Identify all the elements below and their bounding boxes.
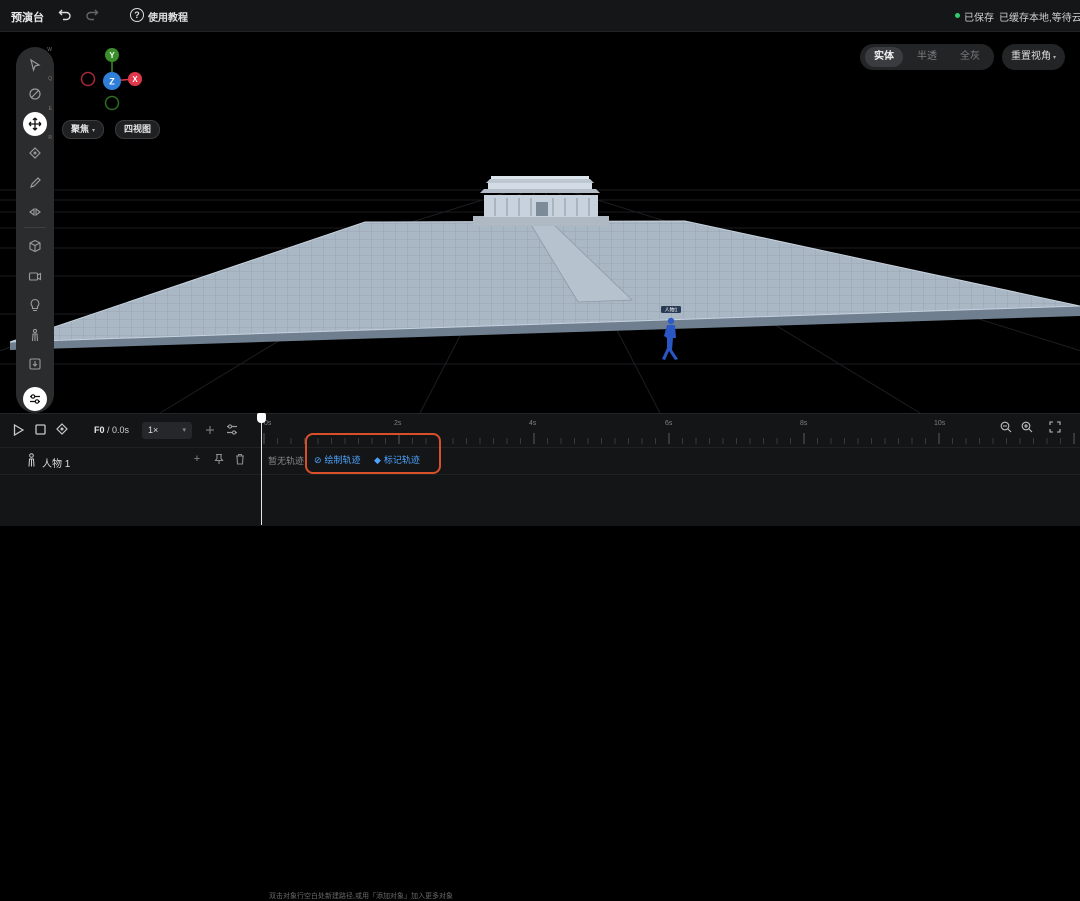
fullscreen-icon[interactable] (1049, 421, 1061, 433)
cube-tool-icon[interactable] (23, 234, 47, 258)
help-icon[interactable]: ? (130, 8, 144, 22)
pen-tool-icon[interactable] (23, 171, 47, 195)
mode-translucent[interactable]: 半透 (908, 47, 946, 67)
undo-icon[interactable] (58, 7, 72, 21)
tick-label: 6s (665, 420, 673, 427)
palace-building (473, 176, 609, 226)
pin-icon[interactable] (213, 453, 225, 465)
tick-label: 2s (394, 420, 402, 427)
ground-platform (9, 220, 1080, 350)
select-tool-icon[interactable]: W (23, 47, 52, 77)
cache-status: 已缓存本地,等待云端 (999, 13, 1080, 24)
keyframe-icon[interactable] (56, 423, 68, 435)
playhead-line (261, 418, 262, 525)
add-icon[interactable] (205, 425, 215, 435)
no-track-label: 暂无轨迹 (268, 456, 305, 466)
mark-track-icon: ◆ (374, 455, 381, 465)
viewport-3d[interactable]: 人物1 (0, 32, 1080, 413)
zoom-in-icon[interactable] (1021, 421, 1033, 433)
delete-icon[interactable] (234, 453, 246, 465)
character-tool-icon[interactable] (23, 323, 47, 347)
track-row-character-1[interactable]: 人物 1 + (0, 447, 1080, 475)
render-mode-switch: 实体 半透 全灰 (860, 44, 994, 70)
settings-tool-icon[interactable] (23, 387, 47, 411)
import-tool-icon[interactable] (23, 352, 47, 376)
playhead-handle[interactable] (257, 413, 266, 423)
tick-label: 10s (934, 420, 946, 427)
help-link[interactable]: 使用教程 (148, 9, 188, 24)
focus-button[interactable]: 聚焦 ▾ (62, 120, 105, 139)
app-title: 预演台 (11, 12, 44, 24)
move-tool-icon[interactable]: E (23, 106, 52, 136)
playback-controls: F0 / 0.0s 1× ▾ (0, 414, 262, 446)
light-tool-icon[interactable] (23, 293, 47, 317)
rotate-tool-icon[interactable]: Q (23, 76, 52, 106)
time-ruler[interactable] (262, 413, 1080, 445)
svg-text:X: X (132, 75, 138, 84)
scene-canvas[interactable]: 人物1 (0, 32, 1080, 413)
save-status-dot (955, 13, 960, 18)
mark-track-button[interactable]: ◆ 标记轨迹 (374, 453, 420, 466)
play-icon[interactable] (13, 424, 24, 436)
neg-x-axis-handle (80, 71, 96, 87)
zoom-out-icon[interactable] (1000, 421, 1012, 433)
camera-tool-icon[interactable] (23, 264, 47, 288)
frame-time-label: F0 / 0.0s (94, 425, 130, 435)
mode-gray[interactable]: 全灰 (951, 47, 989, 67)
filter-settings-icon[interactable] (226, 423, 238, 436)
svg-text:Y: Y (109, 51, 115, 60)
tick-label: 8s (800, 420, 808, 427)
draw-track-icon: ⊘ (314, 455, 322, 465)
track-name: 人物 1 (42, 459, 71, 470)
redo-icon[interactable] (85, 7, 99, 21)
svg-text:Z: Z (109, 77, 115, 87)
reset-view-button[interactable]: 重置视角 ▾ (1002, 44, 1065, 70)
stop-icon[interactable] (35, 424, 46, 435)
top-bar: 预演台 ? 使用教程 已保存 已缓存本地,等待云端 (0, 0, 1080, 32)
draw-track-button[interactable]: ⊘ 绘制轨迹 (314, 453, 361, 466)
speed-select[interactable]: 1× ▾ (142, 422, 192, 439)
effect-tool-icon[interactable] (23, 200, 47, 224)
four-view-button[interactable]: 四视图 (115, 120, 161, 139)
person-icon (28, 453, 35, 467)
transform-tool-icon[interactable]: R (23, 135, 52, 165)
neg-y-axis-handle (104, 95, 120, 111)
timeline-hint: 双击对象行空白处新建路径,或用「添加对象」加入更多对象 (269, 893, 453, 900)
save-status: 已保存 (964, 13, 994, 24)
toolbar-divider (24, 227, 46, 228)
mode-solid[interactable]: 实体 (865, 47, 903, 67)
tick-label: 4s (529, 420, 537, 427)
axis-gizmo[interactable]: Y X Z (76, 44, 148, 114)
character-tag: 人物1 (665, 307, 678, 314)
add-track-icon[interactable]: + (191, 453, 203, 465)
tool-sidebar: W Q E R (16, 47, 54, 413)
